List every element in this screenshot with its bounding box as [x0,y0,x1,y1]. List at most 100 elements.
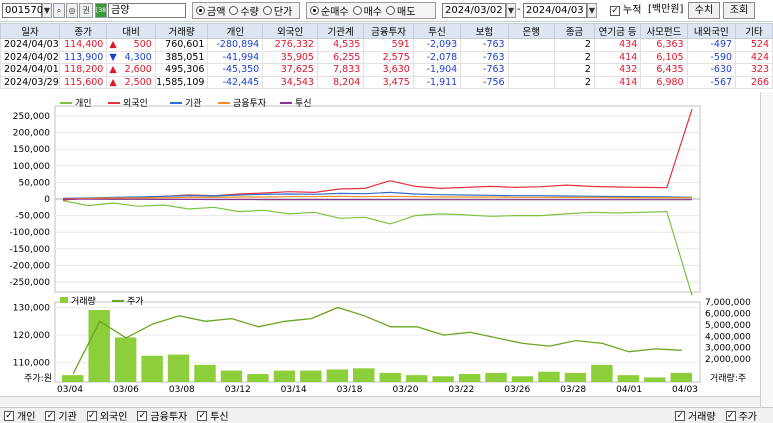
radio-amount[interactable]: 금액 [196,3,225,18]
y2-tick-label: 2,000,000 [705,355,751,365]
column-header[interactable]: 사모펀드 [640,23,688,39]
y2-tick-label: 7,000,000 [705,298,751,308]
y-tick-label: -150,000 [10,245,51,255]
table-row[interactable]: 2024/04/01 118,200 ▲ 2,600 495,306 -45,350 37,… [0,63,773,77]
up-arrow-icon: ▲ [109,64,117,76]
horizontal-scrollbar[interactable] [0,396,760,406]
table-cell: ▲ 2,600 [106,63,156,77]
volume-bar [353,368,375,382]
magnifier-icon[interactable]: ◎ [66,3,78,18]
volume-bar [167,354,190,382]
buy-type-group: 순매수 매수 매도 [306,2,436,19]
table-cell: 114,400 [58,38,108,52]
table-cell: ▼ 4,300 [106,50,156,64]
radio-sell[interactable]: 매도 [386,3,415,18]
date-to-dropdown-icon[interactable]: ▼ [587,3,597,18]
column-header[interactable]: 종가 [58,23,108,39]
vertical-scrollbar[interactable] [760,92,773,407]
cumulative-checkbox[interactable]: ✓ 누적 [610,3,650,18]
table-cell: 34,543 [262,75,318,89]
date-to-input[interactable]: 2024/04/03 [523,3,587,18]
radio-buy[interactable]: 매수 [352,3,382,18]
table-cell: 2024/04/03 [0,38,60,52]
column-header[interactable]: 보험 [460,23,509,39]
table-cell: -630 [686,63,737,77]
checkbox-icon[interactable]: ✓ [45,410,56,421]
x-tick-label: 04/03 [672,385,698,392]
checkbox-icon[interactable]: ✓ [197,410,208,421]
column-header[interactable]: 기관계 [316,23,365,39]
stock-code-input[interactable]: 001570 [2,3,43,18]
radio-unit-price[interactable]: 단가 [262,3,292,18]
x-tick-label: 03/28 [560,385,586,392]
table-row[interactable]: 2024/04/03 114,400 ▲ 500 760,601 -280,894 276,… [0,38,773,52]
table-cell: -763 [460,63,509,77]
y-tick-label: 150,000 [13,145,50,155]
volume-bar [247,374,269,382]
table-cell: 8,204 [316,75,365,89]
radio-net-buy[interactable]: 순매수 [310,3,349,18]
legend-toggle[interactable]: ✓ 기관 [45,408,77,423]
column-header[interactable]: 일자 [0,23,60,39]
table-cell: 6,435 [640,63,688,77]
legend-toggle[interactable]: ✓ 외국인 [86,408,128,423]
column-header[interactable]: 은행 [507,23,555,39]
table-cell: 6,980 [640,75,688,89]
table-row[interactable]: 2024/03/29 115,600 ▲ 2,500 1,585,109 -42,445 3… [0,75,773,89]
column-header[interactable]: 금융투자 [363,23,414,39]
legend-toggle[interactable]: ✓ 투신 [197,408,229,423]
checkbox-icon[interactable]: ✓ [4,410,14,421]
y2-tick-label: 3,000,000 [705,344,751,354]
radio-quantity[interactable]: 수량 [229,3,259,18]
volume-bar [405,375,428,382]
table-cell: 113,900 [58,50,108,64]
column-header[interactable]: 기타 [735,23,773,39]
column-header[interactable]: 대비 [106,23,156,39]
column-header[interactable]: 투신 [412,23,462,39]
legend-label: 개인 [75,98,92,109]
table-cell: 3,630 [363,63,414,77]
y-tick-label: 200,000 [13,129,50,139]
table-cell: 35,905 [262,50,318,64]
volume-bar [538,371,560,382]
column-header[interactable]: 개인 [207,23,264,39]
change-value: 4,300 [124,51,152,63]
column-header[interactable]: 거래량 [154,23,209,39]
table-cell: 6,105 [640,50,688,64]
query-button[interactable]: 조회 [723,2,755,19]
checkbox-icon[interactable]: ✓ [725,410,736,421]
x-tick-label: 03/08 [169,385,195,392]
table-cell: 118,200 [58,63,108,77]
x-tick-label: 03/04 [57,385,83,392]
table-row[interactable]: 2024/04/02 113,900 ▼ 4,300 385,051 -41,994 35,… [0,50,773,64]
volume-bar [511,376,534,382]
column-header[interactable]: 연기금 등 [593,23,642,39]
date-from-dropdown-icon[interactable]: ▼ [506,3,516,18]
column-header[interactable]: 종금 [553,23,595,39]
volume-bar [644,377,666,382]
table-cell: 414 [593,50,642,64]
table-cell: 1,585,109 [154,75,209,89]
volume-bar [458,374,481,382]
legend-toggle[interactable]: ✓ 주가 [725,408,757,423]
column-header[interactable]: 외국인 [262,23,318,39]
code-dropdown-icon[interactable]: ▼ [42,3,52,18]
checkbox-icon[interactable]: ✓ [86,410,97,421]
legend-toggle[interactable]: ✓ 개인 [4,408,35,423]
memo-icon[interactable]: 권 [79,3,93,18]
checkbox-icon[interactable]: ✓ [674,410,685,421]
column-header[interactable]: 내외국인 [686,23,737,39]
legend-toggle-label: 외국인 [99,412,128,423]
search-icon[interactable]: ⌕ [53,3,65,18]
numeric-button[interactable]: 수치 [688,2,720,19]
checkbox-icon[interactable]: ✓ [137,410,148,421]
brand-logo-icon: [38] [95,3,108,18]
legend-toggle[interactable]: ✓ 거래량 [674,408,716,423]
table-cell: -41,994 [207,50,264,64]
volume-bar [194,364,216,382]
volume-bar [62,375,84,382]
table-cell: 591 [363,38,414,52]
legend-toggle[interactable]: ✓ 금융투자 [137,408,187,423]
x-tick-label: 03/12 [225,385,251,392]
date-from-input[interactable]: 2024/03/02 [442,3,506,18]
